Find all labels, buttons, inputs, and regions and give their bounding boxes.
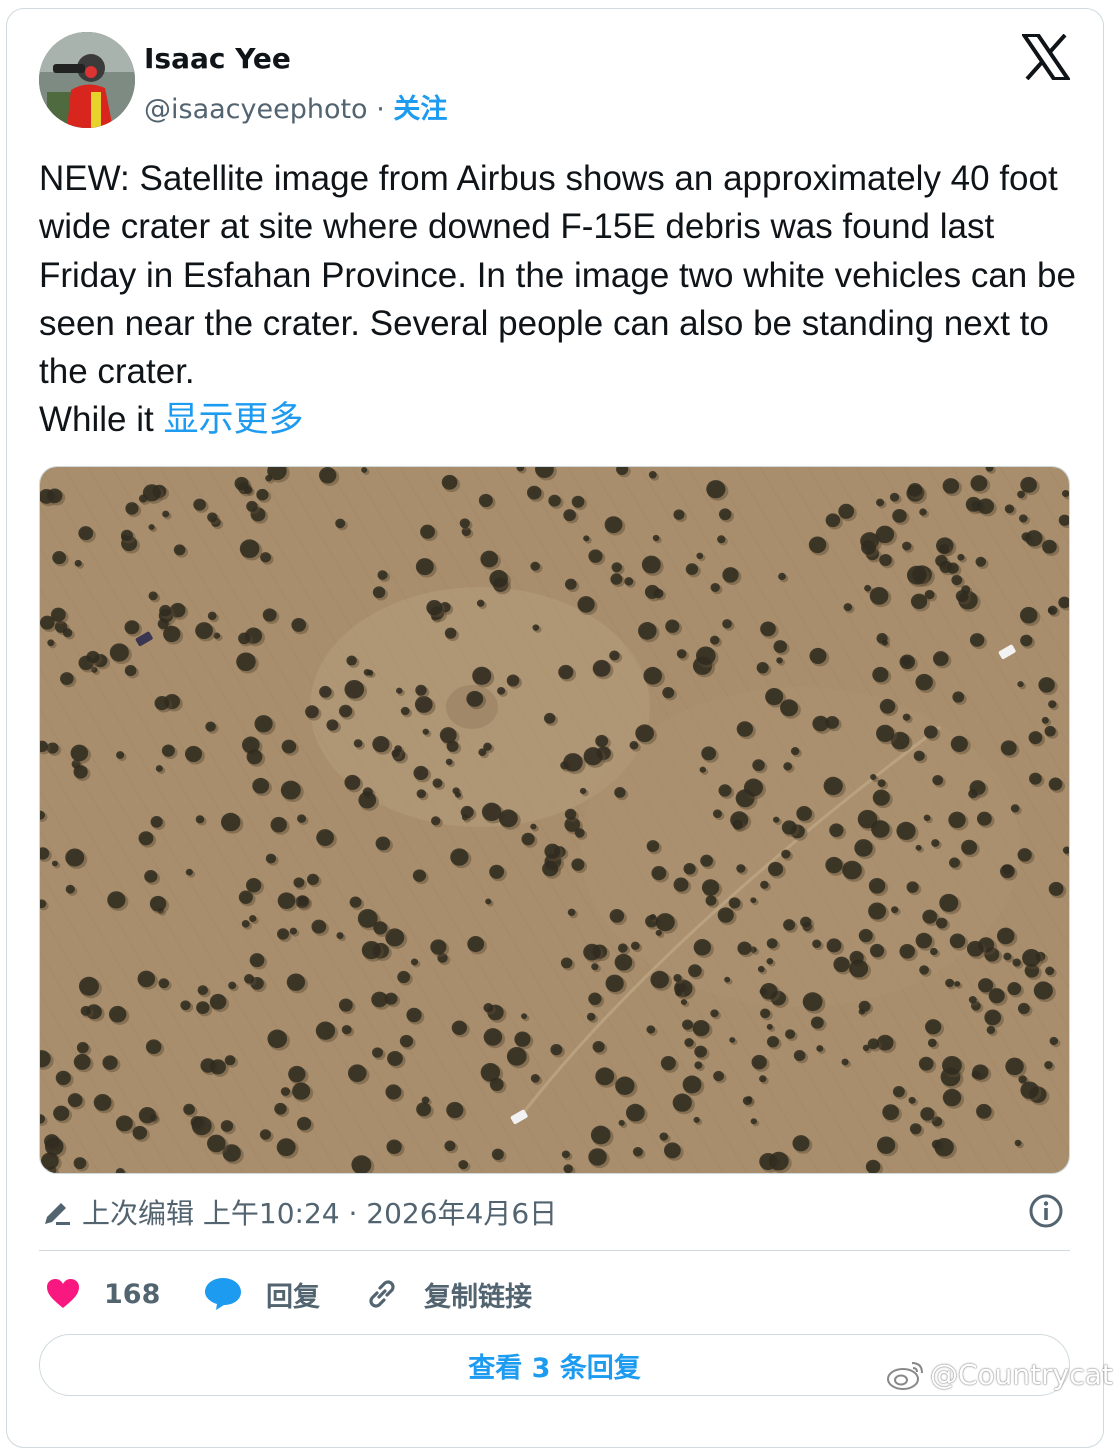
- watermark-text: @Countrycat: [930, 1358, 1113, 1391]
- x-logo-icon[interactable]: [1020, 33, 1072, 81]
- reply-button[interactable]: 回复: [204, 1272, 320, 1316]
- avatar-photo: [39, 32, 135, 128]
- author-avatar[interactable]: [39, 32, 135, 128]
- copy-link-button[interactable]: 复制链接: [364, 1272, 532, 1316]
- edit-pencil-icon: [45, 1203, 70, 1225]
- like-button[interactable]: 168: [46, 1272, 160, 1316]
- copy-link-label: 复制链接: [424, 1281, 532, 1313]
- satellite-image: [40, 467, 1069, 1173]
- tweet-truncated-line: While it 显示更多: [39, 396, 1079, 444]
- like-count: 168: [104, 1278, 161, 1310]
- edit-history-link[interactable]: 上次编辑 上午10:24 · 2026年4月6日: [42, 1192, 557, 1232]
- heart-icon: [47, 1279, 79, 1308]
- tweet-body: NEW: Satellite image from Airbus shows a…: [39, 155, 1079, 445]
- follow-button[interactable]: 关注: [393, 94, 447, 125]
- weibo-logo-icon: [887, 1361, 923, 1390]
- reply-bubble-icon: [205, 1278, 241, 1310]
- reply-label: 回复: [266, 1281, 320, 1313]
- author-handle-row: @isaacyeephoto · 关注: [144, 87, 447, 126]
- author-name[interactable]: Isaac Yee: [144, 42, 291, 75]
- tweet-media[interactable]: [39, 466, 1070, 1174]
- watermark: @Countrycat: [886, 1358, 1113, 1391]
- tweet-text: NEW: Satellite image from Airbus shows a…: [39, 159, 1076, 392]
- link-icon: [369, 1280, 395, 1308]
- divider: [39, 1250, 1070, 1251]
- show-more-link[interactable]: 显示更多: [163, 400, 303, 439]
- author-handle[interactable]: @isaacyeephoto: [144, 94, 368, 125]
- edited-timestamp: 上次编辑 上午10:24 · 2026年4月6日: [82, 1197, 558, 1230]
- tweet-truncated-text: While it: [39, 400, 164, 440]
- separator-dot: ·: [376, 94, 385, 125]
- info-icon[interactable]: [1028, 1193, 1064, 1229]
